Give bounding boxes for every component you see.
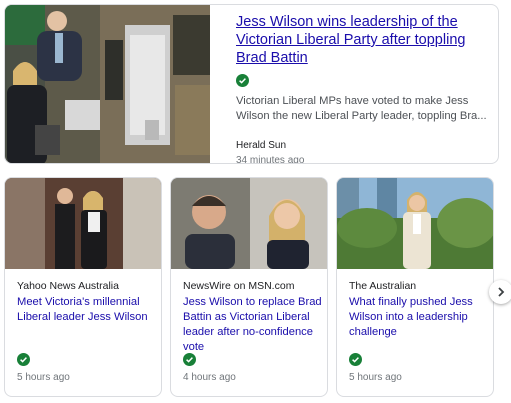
verified-check-icon xyxy=(17,353,30,366)
news-card-yahoo[interactable]: Yahoo News Australia Meet Victoria's mil… xyxy=(4,177,162,397)
top-story-time: 34 minutes ago xyxy=(236,155,305,164)
card-headline[interactable]: What finally pushed Jess Wilson into a l… xyxy=(349,295,489,340)
card-headline[interactable]: Jess Wilson to replace Brad Battin as Vi… xyxy=(183,295,323,355)
verified-check-icon xyxy=(349,353,362,366)
verified-check-icon xyxy=(236,74,249,87)
top-story-card[interactable]: Jess Wilson wins leadership of the Victo… xyxy=(4,4,499,164)
top-story-image[interactable] xyxy=(5,5,210,164)
verified-check-icon xyxy=(183,353,196,366)
news-card-australian[interactable]: The Australian What finally pushed Jess … xyxy=(336,177,494,397)
card-time: 5 hours ago xyxy=(17,372,70,383)
card-image[interactable] xyxy=(337,178,494,269)
top-story-headline[interactable]: Jess Wilson wins leadership of the Victo… xyxy=(236,13,492,67)
card-time: 5 hours ago xyxy=(349,372,402,383)
card-time: 4 hours ago xyxy=(183,372,236,383)
chevron-right-icon xyxy=(495,286,507,298)
card-image[interactable] xyxy=(5,178,162,269)
card-source: The Australian xyxy=(349,280,417,292)
top-story-source: Herald Sun xyxy=(236,140,287,151)
next-button[interactable] xyxy=(489,280,511,304)
news-card-newswire[interactable]: NewsWire on MSN.com Jess Wilson to repla… xyxy=(170,177,328,397)
card-headline[interactable]: Meet Victoria's millennial Liberal leade… xyxy=(17,295,157,325)
card-source: NewsWire on MSN.com xyxy=(183,280,295,292)
card-source: Yahoo News Australia xyxy=(17,280,119,292)
card-image[interactable] xyxy=(171,178,328,269)
top-story-snippet: Victorian Liberal MPs have voted to make… xyxy=(236,95,487,122)
